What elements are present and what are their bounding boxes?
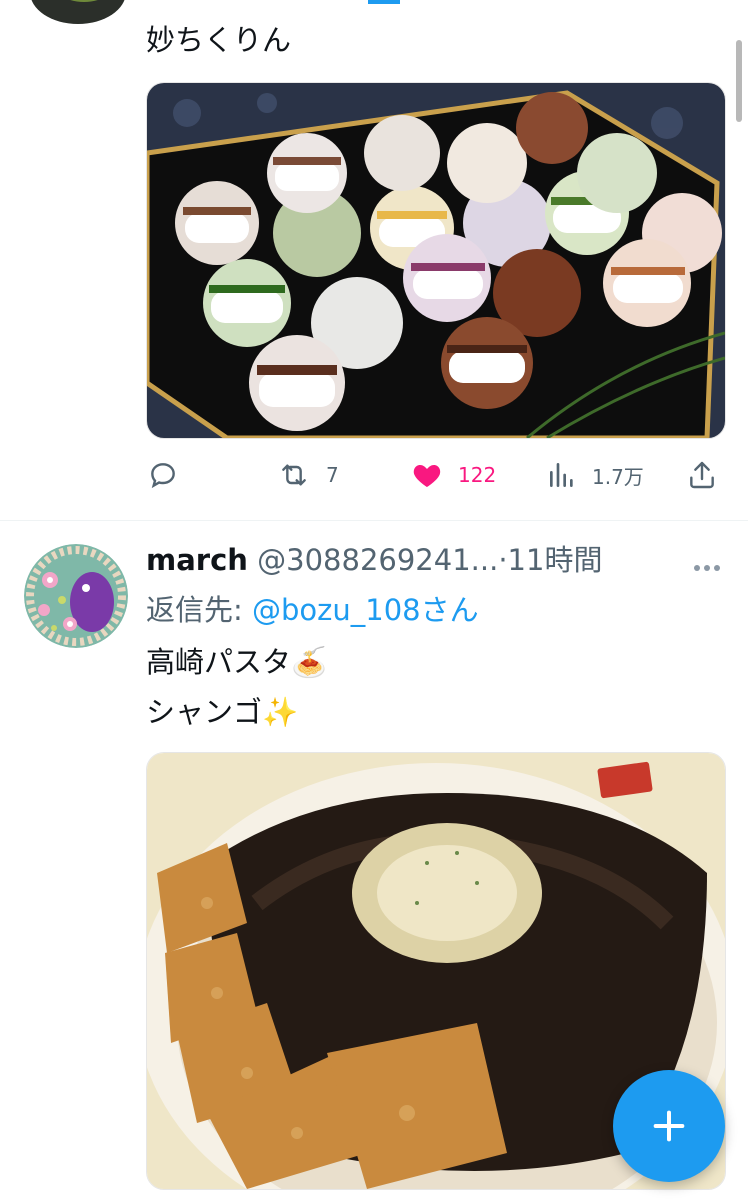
user-handle[interactable]: @3088269241... xyxy=(257,543,498,577)
more-options-icon[interactable] xyxy=(692,556,722,575)
views-icon xyxy=(550,463,573,487)
reply-prefix: 返信先: xyxy=(146,593,243,627)
plus-icon xyxy=(653,1110,685,1142)
scrollbar[interactable] xyxy=(736,40,742,122)
reply-icon xyxy=(151,463,175,489)
retweet-button[interactable]: 7 xyxy=(276,459,339,491)
like-count: 122 xyxy=(458,463,497,487)
mochi-photo xyxy=(147,83,725,438)
retweet-icon xyxy=(282,464,306,486)
display-name[interactable]: march xyxy=(146,543,248,577)
reply-button[interactable] xyxy=(146,459,180,491)
share-button[interactable] xyxy=(686,459,718,491)
compose-button[interactable] xyxy=(613,1070,725,1182)
tweet-text-line: 高崎パスタ🍝 xyxy=(146,642,327,682)
avatar-ring xyxy=(28,0,128,22)
tweet-divider xyxy=(0,520,748,521)
avatar[interactable] xyxy=(24,544,128,648)
spaghetti-emoji: 🍝 xyxy=(291,645,328,679)
like-button[interactable]: 122 xyxy=(410,459,496,491)
tweet-text-line: シャンゴ✨ xyxy=(146,692,298,732)
share-icon xyxy=(690,461,714,489)
tweet-text: 妙ちくりん xyxy=(146,23,292,57)
tweet-text: 高崎パスタ xyxy=(146,645,292,679)
tweet-text: シャンゴ xyxy=(146,695,263,729)
sparkles-emoji: ✨ xyxy=(262,695,299,729)
heart-icon xyxy=(413,465,441,487)
handle-underline xyxy=(368,0,400,4)
views-count: 1.7万 xyxy=(592,464,644,489)
timestamp[interactable]: ·11時間 xyxy=(498,543,602,577)
retweet-count: 7 xyxy=(326,463,339,487)
tweet-actions: 7 122 1.7万 xyxy=(146,455,726,495)
tweet-header: march @3088269241...·11時間 xyxy=(146,540,602,580)
views-button[interactable]: 1.7万 xyxy=(546,459,644,491)
avatar-image xyxy=(24,544,128,648)
reply-context: 返信先: @bozu_108さん xyxy=(146,590,479,630)
reply-to-link[interactable]: @bozu_108さん xyxy=(252,593,479,627)
tweet-image-mochi[interactable] xyxy=(146,82,726,439)
